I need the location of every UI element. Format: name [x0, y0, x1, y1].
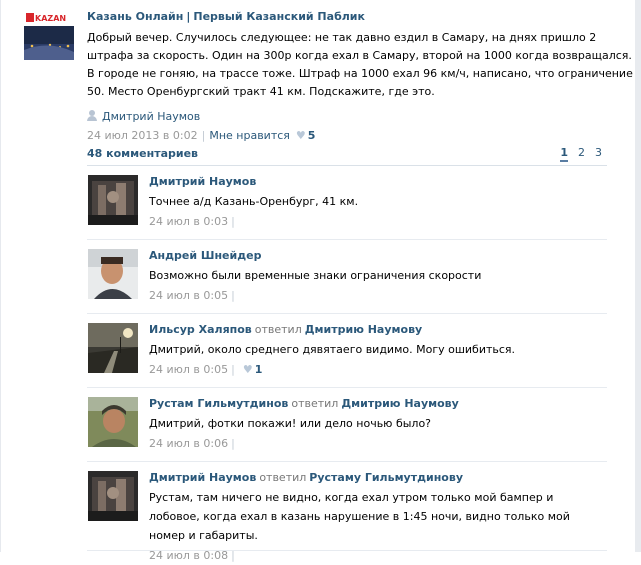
comment-body: Дмитрий Наумов ответил Рустаму Гильмутдино… — [149, 470, 607, 565]
comment-meta: 24 июл в 0:05 | — [149, 287, 607, 305]
post-body: Казань Онлайн | Первый Казанский Паблик До… — [87, 10, 633, 144]
avatar-photo — [88, 323, 138, 373]
avatar-photo — [88, 249, 138, 299]
avatar[interactable] — [88, 249, 138, 299]
like-button[interactable]: Мне нравится — [209, 129, 290, 142]
page-3-link[interactable]: 3 — [595, 146, 602, 159]
reply-target-link[interactable]: Дмитрию Наумову — [341, 397, 458, 410]
meta-divider: | — [201, 129, 206, 142]
group-avatar[interactable]: KAZAN — [24, 10, 74, 60]
comment-body: Рустам Гильмутдинов ответил Дмитрию Наумов… — [149, 396, 607, 453]
comment-date[interactable]: 24 июл в 0:08 — [149, 549, 228, 562]
comment-header: Рустам Гильмутдинов ответил Дмитрию Наумов… — [149, 396, 607, 412]
avatar-photo — [88, 397, 138, 447]
comment-date[interactable]: 24 июл в 0:05 — [149, 289, 228, 302]
reply-target-link[interactable]: Дмитрию Наумову — [305, 323, 422, 336]
comment-author-link[interactable]: Ильсур Халяпов — [149, 323, 252, 336]
comment-item: Ильсур Халяпов ответил Дмитрию Наумову Дми… — [87, 314, 607, 388]
replied-label: ответил — [254, 323, 302, 336]
comment-author-link[interactable]: Дмитрий Наумов — [149, 471, 256, 484]
page-2-link[interactable]: 2 — [578, 146, 585, 159]
comment-item: Андрей Шнейдер Возможно были временные з… — [87, 240, 607, 314]
comment-meta: 24 июл в 0:03 | — [149, 213, 607, 231]
page-left-border — [0, 0, 1, 552]
comments-pager: 123 — [550, 146, 602, 164]
avatar[interactable] — [88, 175, 138, 225]
comment-date[interactable]: 24 июл в 0:06 — [149, 437, 228, 450]
comment-body: Андрей Шнейдер Возможно были временные з… — [149, 248, 607, 305]
avatar[interactable] — [88, 471, 138, 521]
comment-like-count[interactable]: 1 — [255, 363, 263, 376]
group-name-link[interactable]: Казань Онлайн — [87, 10, 183, 23]
comment-header: Дмитрий Наумов ответил Рустаму Гильмутдино… — [149, 470, 607, 486]
comment-text: Дмитрий, фотки покажи! или дело ночью бы… — [149, 417, 432, 430]
comment-author-link[interactable]: Дмитрий Наумов — [149, 175, 256, 188]
avatar[interactable] — [88, 323, 138, 373]
comment-author-link[interactable]: Рустам Гильмутдинов — [149, 397, 288, 410]
meta-divider: | — [231, 289, 235, 302]
comment-date[interactable]: 24 июл в 0:03 — [149, 215, 228, 228]
comment-item: Рустам Гильмутдинов ответил Дмитрию Наумов… — [87, 388, 607, 462]
signer-name[interactable]: Дмитрий Наумов — [102, 110, 200, 123]
meta-divider: | — [231, 549, 235, 562]
post-text: Добрый вечер. Случилось следующее: не та… — [87, 31, 633, 98]
comment-body: Ильсур Халяпов ответил Дмитрию Наумову Дми… — [149, 322, 607, 379]
comment-header: Дмитрий Наумов — [149, 174, 607, 190]
avatar-photo — [88, 175, 138, 225]
avatar-photo — [88, 471, 138, 521]
page-scroll-edge — [635, 0, 641, 552]
comment-text: Рустам, там ничего не видно, когда ехал … — [149, 491, 570, 542]
replied-label: ответил — [291, 397, 339, 410]
meta-divider: | — [231, 363, 235, 376]
comment-text: Точнее а/д Казань-Оренбург, 41 км. — [149, 195, 359, 208]
heart-icon[interactable]: ♥ — [243, 361, 253, 379]
logo-text: KAZAN — [35, 14, 66, 23]
comment-date[interactable]: 24 июл в 0:05 — [149, 363, 228, 376]
person-icon — [87, 110, 97, 121]
comments-count[interactable]: 48 комментариев — [87, 147, 198, 160]
group-logo-image: KAZAN — [24, 10, 74, 60]
comment-item: Дмитрий Наумов ответил Рустаму Гильмутдино… — [87, 462, 607, 562]
group-subtitle-link[interactable]: Первый Казанский Паблик — [193, 10, 365, 23]
post-signer[interactable]: Дмитрий Наумов — [87, 109, 633, 125]
comment-meta: 24 июл в 0:06 | — [149, 435, 607, 453]
comment-body: Дмитрий Наумов Точнее а/д Казань-Оренбур… — [149, 174, 607, 231]
comment-item: Дмитрий Наумов Точнее а/д Казань-Оренбур… — [87, 166, 607, 240]
comment-meta: 24 июл в 0:05 | ♥ 1 — [149, 361, 607, 379]
heart-icon[interactable]: ♥ — [296, 128, 306, 144]
like-count[interactable]: 5 — [308, 129, 316, 142]
group-name-separator: | — [186, 10, 191, 23]
comments-header: 48 комментариев 123 — [87, 143, 607, 166]
meta-divider: | — [231, 437, 235, 450]
avatar[interactable] — [88, 397, 138, 447]
page-1-link[interactable]: 1 — [560, 146, 568, 162]
comment-author-link[interactable]: Андрей Шнейдер — [149, 249, 261, 262]
reply-target-link[interactable]: Рустаму Гильмутдинову — [309, 471, 463, 484]
comment-header: Ильсур Халяпов ответил Дмитрию Наумову — [149, 322, 607, 338]
comment-text: Дмитрий, около среднего дявятаего видимо… — [149, 343, 516, 356]
post-header: Казань Онлайн | Первый Казанский Паблик — [87, 10, 633, 26]
meta-divider: | — [231, 215, 235, 228]
post-date[interactable]: 24 июл 2013 в 0:02 — [87, 129, 198, 142]
replied-label: ответил — [259, 471, 307, 484]
comment-header: Андрей Шнейдер — [149, 248, 607, 264]
comment-text: Возможно были временные знаки ограничени… — [149, 269, 482, 282]
post-meta: 24 июл 2013 в 0:02 | Мне нравится ♥ 5 — [87, 128, 633, 144]
comment-meta: 24 июл в 0:08 | — [149, 547, 607, 565]
